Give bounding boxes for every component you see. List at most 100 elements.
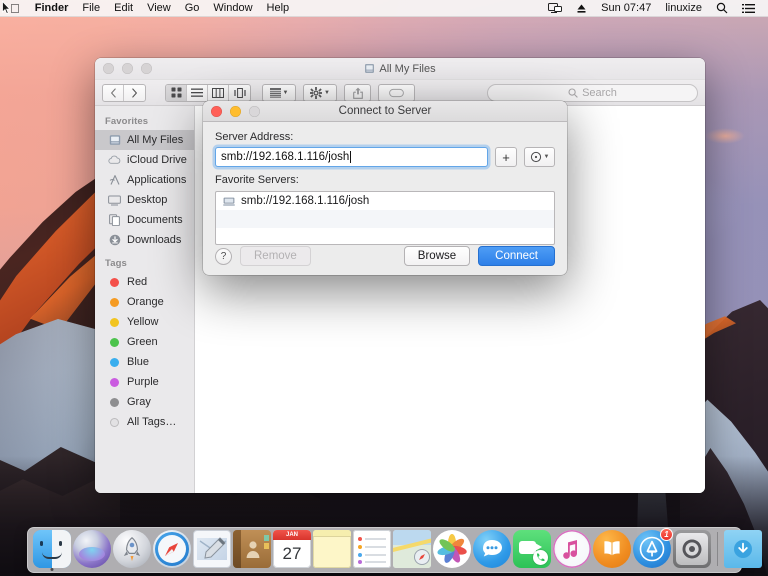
photos-pinwheel-icon (437, 534, 467, 563)
sidebar-item-all-tags[interactable]: All Tags… (95, 412, 194, 432)
dock-item-contacts[interactable] (233, 530, 271, 568)
sidebar-item-icloud-drive[interactable]: iCloud Drive (95, 150, 194, 170)
dock-item-notes[interactable] (313, 530, 351, 568)
column-view-button[interactable] (208, 84, 229, 101)
dock-item-system-preferences[interactable] (673, 530, 711, 568)
sidebar-item-applications[interactable]: Applications (95, 170, 194, 190)
view-mode-switcher[interactable] (165, 83, 251, 102)
dock-item-calendar[interactable]: JAN 27 (273, 530, 311, 568)
menu-item-window[interactable]: Window (206, 0, 259, 17)
chevron-down-icon: ▼ (543, 154, 550, 160)
dock-item-facetime[interactable] (513, 530, 551, 568)
dialog-close-button[interactable] (211, 105, 222, 117)
menu-item-help[interactable]: Help (260, 0, 297, 17)
spotlight-search-icon[interactable] (709, 2, 735, 14)
sidebar-item-label: Desktop (127, 194, 168, 206)
recent-servers-button[interactable]: ▼ (524, 147, 555, 167)
finder-close-button[interactable] (103, 63, 114, 74)
screen-sharing-icon[interactable] (541, 2, 569, 14)
rocket-icon (123, 537, 141, 561)
dock-item-siri[interactable] (73, 530, 111, 568)
list-item[interactable]: smb://192.168.1.116/josh (216, 192, 554, 210)
dock-separator (717, 531, 718, 566)
finder-minimize-button[interactable] (122, 63, 133, 74)
dialog-titlebar[interactable]: Connect to Server (203, 101, 567, 122)
action-menu-button[interactable]: ▼ (303, 83, 337, 102)
dock: JAN 27 1 (27, 527, 762, 573)
menu-item-file[interactable]: File (75, 0, 107, 17)
tags-button[interactable] (378, 83, 415, 102)
text-caret (349, 151, 351, 163)
finder-title-text: All My Files (379, 62, 436, 75)
sidebar-item-all-my-files[interactable]: All My Files (95, 130, 194, 150)
list-view-button[interactable] (187, 84, 208, 101)
tag-dot-icon (108, 317, 121, 327)
dock-item-ibooks[interactable] (593, 530, 631, 568)
server-address-row: smb://192.168.1.116/josh + ▼ (215, 147, 555, 167)
notification-center-icon[interactable] (735, 3, 762, 14)
sidebar-item-tag-green[interactable]: Green (95, 332, 194, 352)
arrange-button[interactable]: ▼ (262, 83, 296, 102)
dock-item-messages[interactable] (473, 530, 511, 568)
menu-item-edit[interactable]: Edit (107, 0, 140, 17)
search-icon (568, 87, 578, 98)
dock-item-mail[interactable] (193, 530, 231, 568)
desktop-icon (108, 195, 121, 206)
dock-item-reminders[interactable] (353, 530, 391, 568)
dock-item-maps[interactable] (393, 530, 431, 568)
dock-item-safari[interactable] (153, 530, 191, 568)
menu-item-view[interactable]: View (140, 0, 178, 17)
sidebar-item-documents[interactable]: Documents (95, 210, 194, 230)
connect-button[interactable]: Connect (478, 246, 555, 266)
sidebar-item-tag-gray[interactable]: Gray (95, 392, 194, 412)
favorite-server-label: smb://192.168.1.116/josh (241, 195, 370, 207)
menu-item-go[interactable]: Go (178, 0, 207, 17)
finder-traffic-lights[interactable] (95, 63, 152, 74)
sidebar-item-desktop[interactable]: Desktop (95, 190, 194, 210)
book-icon (604, 541, 620, 556)
sidebar-item-tag-blue[interactable]: Blue (95, 352, 194, 372)
finder-titlebar[interactable]: All My Files (95, 58, 705, 80)
sidebar-item-label: Green (127, 336, 158, 348)
sidebar-item-label: All Tags… (127, 416, 177, 428)
person-icon (246, 541, 260, 558)
dock-item-photos[interactable] (433, 530, 471, 568)
coverflow-view-button[interactable] (229, 85, 250, 101)
dock-item-app-store[interactable]: 1 (633, 528, 673, 568)
navigation-buttons[interactable] (102, 83, 146, 102)
dock-item-trash[interactable] (764, 530, 768, 568)
dialog-minimize-button[interactable] (230, 105, 241, 117)
sidebar-section-favorites-header: Favorites (105, 116, 149, 127)
speech-bubble-icon (483, 540, 502, 557)
sidebar-item-tag-orange[interactable]: Orange (95, 292, 194, 312)
sidebar-item-tag-purple[interactable]: Purple (95, 372, 194, 392)
app-store-badge: 1 (660, 528, 673, 541)
dock-item-launchpad[interactable] (113, 530, 151, 568)
dialog-traffic-lights[interactable] (203, 105, 260, 117)
compass-needle-icon (165, 543, 178, 556)
dock-item-finder[interactable] (33, 530, 71, 571)
icon-view-button[interactable] (166, 84, 187, 101)
recents-clock-icon (530, 151, 541, 163)
help-button[interactable]: ? (215, 247, 232, 265)
back-button[interactable] (103, 84, 124, 101)
menu-item-finder[interactable]: Finder (28, 0, 76, 17)
share-button[interactable] (344, 83, 371, 102)
dock-item-downloads-stack[interactable] (724, 530, 762, 568)
dock-item-itunes[interactable] (553, 530, 591, 568)
sidebar-item-tag-yellow[interactable]: Yellow (95, 312, 194, 332)
menubar-username[interactable]: linuxize (658, 0, 709, 17)
add-favorite-button[interactable]: + (495, 147, 517, 167)
sidebar-item-label: Yellow (127, 316, 159, 328)
server-address-input[interactable]: smb://192.168.1.116/josh (215, 147, 488, 167)
forward-button[interactable] (124, 85, 145, 101)
sidebar-item-tag-red[interactable]: Red (95, 272, 194, 292)
search-field[interactable]: Search (487, 83, 698, 102)
sidebar-item-downloads[interactable]: Downloads (95, 230, 194, 250)
connect-to-server-dialog[interactable]: Connect to Server Server Address: smb://… (203, 101, 567, 275)
browse-button[interactable]: Browse (403, 246, 471, 266)
stamp-pen-icon (199, 537, 227, 559)
finder-zoom-button[interactable] (141, 63, 152, 74)
menubar-clock[interactable]: Sun 07:47 (594, 0, 658, 17)
eject-icon[interactable] (569, 3, 594, 14)
